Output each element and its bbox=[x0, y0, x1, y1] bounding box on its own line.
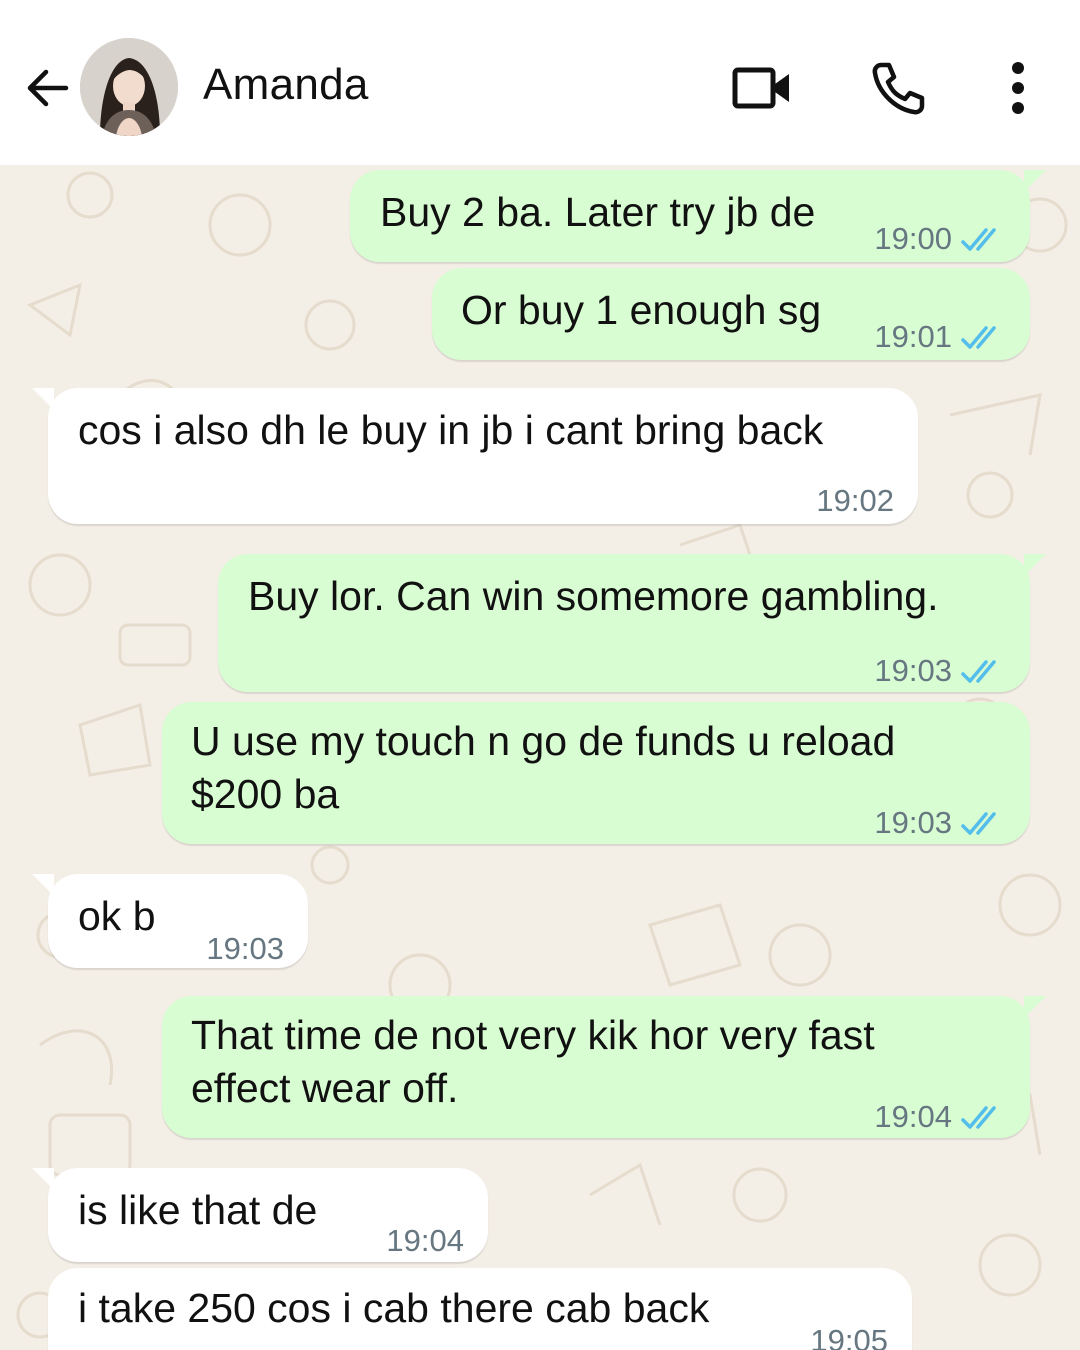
message-time: 19:04 bbox=[874, 1099, 952, 1134]
voice-call-button[interactable] bbox=[866, 56, 930, 120]
back-button[interactable] bbox=[18, 60, 74, 116]
chat-header: Amanda bbox=[0, 0, 1080, 165]
message-time: 19:03 bbox=[206, 931, 284, 966]
message-time: 19:03 bbox=[874, 653, 952, 688]
double-check-icon bbox=[961, 1105, 996, 1129]
double-check-icon bbox=[961, 811, 996, 835]
message-text: i take 250 cos i cab there cab back bbox=[78, 1285, 710, 1331]
message-meta: 19:03 bbox=[874, 796, 1006, 849]
contact-name[interactable]: Amanda bbox=[203, 60, 369, 110]
message-text: That time de not very kik hor very fast … bbox=[191, 1012, 875, 1111]
message-meta: 19:02 bbox=[816, 474, 894, 527]
double-check-icon bbox=[961, 227, 996, 251]
message-time: 19:03 bbox=[874, 805, 952, 840]
double-check-icon bbox=[961, 659, 996, 683]
message-bubble-outgoing[interactable]: That time de not very kik hor very fast … bbox=[162, 996, 1046, 1138]
video-camera-icon bbox=[732, 67, 789, 109]
message-time: 19:02 bbox=[816, 483, 894, 518]
message-text: Or buy 1 enough sg bbox=[461, 287, 822, 333]
message-text: U use my touch n go de funds u reload $2… bbox=[191, 718, 896, 817]
more-vertical-icon bbox=[1012, 62, 1024, 114]
message-meta: 19:03 bbox=[874, 644, 1006, 697]
message-meta: 19:00 bbox=[874, 212, 1006, 265]
arrow-left-icon bbox=[27, 69, 69, 107]
message-bubble-incoming[interactable]: i take 250 cos i cab there cab back 19:0… bbox=[48, 1268, 912, 1350]
message-time: 19:01 bbox=[874, 319, 952, 354]
more-options-button[interactable] bbox=[986, 56, 1050, 120]
message-meta: 19:04 bbox=[386, 1214, 464, 1267]
message-text: ok b bbox=[78, 893, 156, 939]
message-meta: 19:03 bbox=[206, 922, 284, 975]
message-bubble-outgoing[interactable]: Or buy 1 enough sg 19:01 bbox=[432, 268, 1030, 360]
message-time: 19:04 bbox=[386, 1223, 464, 1258]
message-bubble-incoming[interactable]: cos i also dh le buy in jb i cant bring … bbox=[32, 388, 918, 527]
phone-icon bbox=[872, 62, 925, 115]
profile-photo bbox=[80, 38, 178, 136]
message-bubble-outgoing[interactable]: U use my touch n go de funds u reload $2… bbox=[162, 702, 1030, 844]
message-text: is like that de bbox=[78, 1187, 318, 1233]
message-time: 19:00 bbox=[874, 221, 952, 256]
message-bubble-outgoing[interactable]: Buy lor. Can win somemore gambling. 19:0… bbox=[218, 554, 1046, 692]
video-call-button[interactable] bbox=[730, 56, 794, 120]
message-bubble-outgoing[interactable]: Buy 2 ba. Later try jb de 19:00 bbox=[350, 170, 1046, 265]
chat-area[interactable]: Buy 2 ba. Later try jb de 19:00 Or buy 1… bbox=[0, 165, 1080, 1350]
message-bubble-incoming[interactable]: ok b 19:03 bbox=[32, 874, 308, 968]
message-bubble-incoming[interactable]: is like that de 19:04 bbox=[32, 1168, 488, 1262]
message-text: Buy 2 ba. Later try jb de bbox=[380, 189, 816, 235]
message-time: 19:05 bbox=[810, 1323, 888, 1350]
double-check-icon bbox=[961, 325, 996, 349]
avatar[interactable] bbox=[80, 38, 178, 136]
message-text: Buy lor. Can win somemore gambling. bbox=[248, 573, 939, 619]
message-meta: 19:01 bbox=[874, 310, 1006, 363]
message-meta: 19:05 bbox=[810, 1314, 888, 1350]
message-meta: 19:04 bbox=[874, 1090, 1006, 1143]
message-text: cos i also dh le buy in jb i cant bring … bbox=[78, 407, 824, 453]
